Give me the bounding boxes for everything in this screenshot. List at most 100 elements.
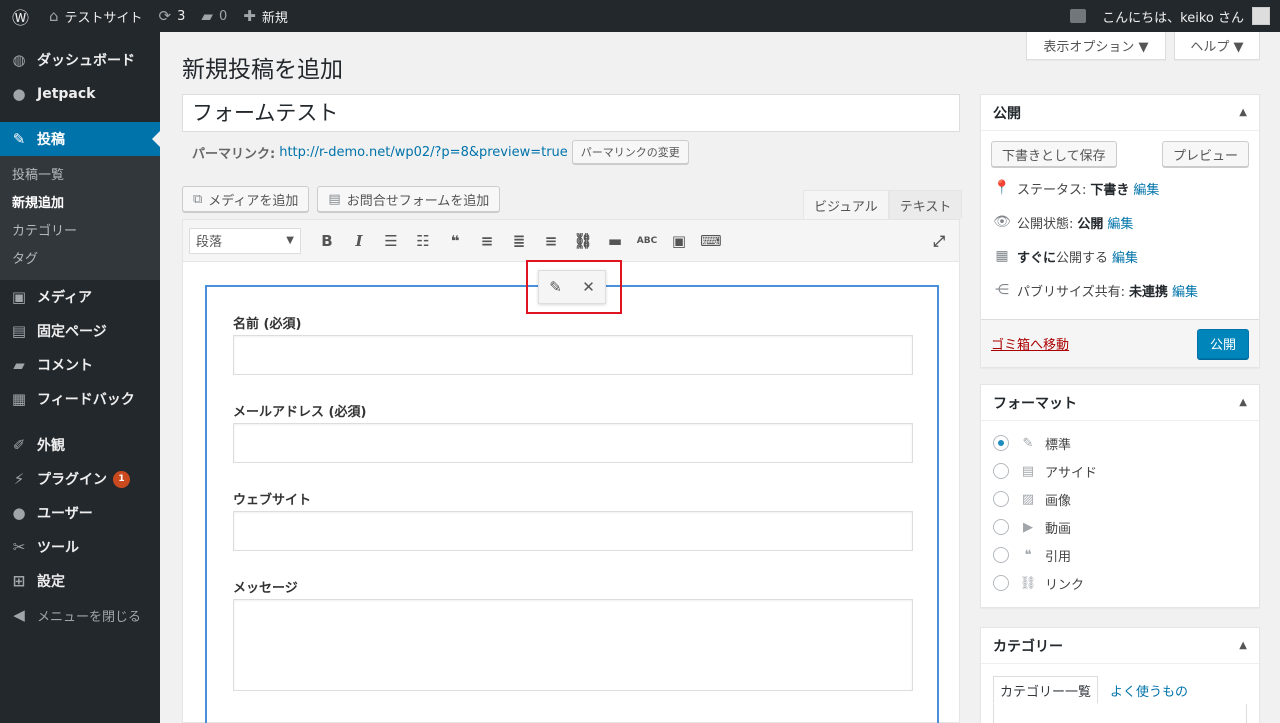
- sidebar-item-appearance[interactable]: ✐ 外観: [0, 428, 160, 462]
- category-box: カテゴリー ▲ カテゴリー一覧 よく使うもの: [980, 627, 1260, 723]
- sidebar-item-feedback[interactable]: ▦ フィードバック: [0, 382, 160, 416]
- tab-text[interactable]: テキスト: [888, 190, 963, 219]
- sidebar-item-plugins[interactable]: ⚡ プラグイン 1: [0, 462, 160, 496]
- bold-icon[interactable]: B: [311, 226, 343, 256]
- align-left-icon[interactable]: ≡: [471, 226, 503, 256]
- move-to-trash-link[interactable]: ゴミ箱へ移動: [991, 334, 1069, 353]
- align-center-icon[interactable]: ≣: [503, 226, 535, 256]
- radio-video[interactable]: [993, 519, 1009, 535]
- admin-bar: Ⓦ ⌂ テストサイト ⟳ 3 ▰ 0 ✚ 新規 こんにちは、keiko さん: [0, 0, 1280, 32]
- sidebar-item-pages[interactable]: ▤ 固定ページ: [0, 314, 160, 348]
- comments-link[interactable]: ▰ 0: [193, 0, 235, 32]
- fullscreen-icon[interactable]: ⤢: [923, 226, 955, 256]
- edit-schedule-link[interactable]: 編集: [1112, 247, 1138, 266]
- sidebar-item-users[interactable]: ● ユーザー: [0, 496, 160, 530]
- add-contact-form-button[interactable]: ▤ お問合せフォームを追加: [317, 186, 501, 212]
- radio-aside[interactable]: [993, 463, 1009, 479]
- tab-visual[interactable]: ビジュアル: [803, 190, 889, 219]
- home-icon: ⌂: [49, 7, 59, 25]
- editor-content[interactable]: 名前 (必須) メールアドレス (必須) ウェブサイト メッセージ ✎ ✕: [183, 260, 959, 723]
- comment-bubble-icon: ▰: [201, 7, 213, 25]
- publish-box: 公開 ▲ 下書きとして保存 プレビュー 📍 ステータス: 下書き 編集 👁 公開状態: 公開…: [980, 94, 1260, 368]
- read-more-icon[interactable]: ▬: [599, 226, 631, 256]
- format-option-standard[interactable]: ✎ 標準: [981, 429, 1259, 457]
- format-option-link[interactable]: ⛓ リンク: [981, 569, 1259, 597]
- sidebar-item-media[interactable]: ▣ メディア: [0, 280, 160, 314]
- format-option-image[interactable]: ▨ 画像: [981, 485, 1259, 513]
- jetpack-icon: ●: [12, 85, 26, 103]
- sidebar-item-dashboard[interactable]: ◍ ダッシュボード: [0, 43, 160, 77]
- publish-box-header[interactable]: 公開 ▲: [981, 95, 1259, 131]
- category-box-header[interactable]: カテゴリー ▲: [981, 628, 1259, 664]
- sidebar-item-settings[interactable]: ⊞ 設定: [0, 564, 160, 598]
- format-option-quote[interactable]: ❝ 引用: [981, 541, 1259, 569]
- toggle-up-icon[interactable]: ▲: [1239, 397, 1247, 408]
- name-field: [233, 335, 913, 375]
- blockquote-icon[interactable]: ❝: [439, 226, 471, 256]
- add-media-button[interactable]: ⧉ メディアを追加: [182, 186, 310, 212]
- form-embed-icon[interactable]: ▣: [663, 226, 695, 256]
- field-label-message: メッセージ: [233, 581, 298, 596]
- numbered-list-icon[interactable]: ☷: [407, 226, 439, 256]
- close-icon[interactable]: ✕: [582, 278, 595, 296]
- radio-quote[interactable]: [993, 547, 1009, 563]
- edit-visibility-link[interactable]: 編集: [1107, 213, 1133, 232]
- tab-most-used[interactable]: よく使うもの: [1104, 676, 1194, 704]
- publish-button[interactable]: 公開: [1196, 328, 1249, 359]
- tab-all-categories[interactable]: カテゴリー一覧: [993, 676, 1099, 704]
- toggle-up-icon[interactable]: ▲: [1239, 640, 1247, 651]
- edit-publicize-link[interactable]: 編集: [1172, 281, 1198, 300]
- edit-pencil-icon[interactable]: ✎: [549, 278, 562, 296]
- pin-icon: ✎: [1022, 435, 1034, 451]
- page-title: 新規投稿を追加: [182, 57, 343, 83]
- submenu-tags[interactable]: タグ: [0, 246, 160, 274]
- sidebar-item-comments[interactable]: ▰ コメント: [0, 348, 160, 382]
- comment-icon: ▰: [13, 356, 25, 374]
- publicize-row: ⋲ パブリサイズ共有: 未連携 編集: [981, 273, 1259, 307]
- format-option-video[interactable]: ▶ 動画: [981, 513, 1259, 541]
- save-draft-button[interactable]: 下書きとして保存: [991, 141, 1117, 167]
- post-title-input[interactable]: フォームテスト: [182, 94, 960, 132]
- updates-link[interactable]: ⟳ 3: [151, 0, 194, 32]
- toolbar-toggle-icon[interactable]: ⌨: [695, 226, 727, 256]
- italic-icon[interactable]: I: [343, 226, 375, 256]
- permalink-url-link[interactable]: http://r-demo.net/wp02/?p=8&preview=true: [279, 145, 568, 160]
- help-button[interactable]: ヘルプ ▼: [1174, 32, 1260, 60]
- align-right-icon[interactable]: ≡: [535, 226, 567, 256]
- preview-button[interactable]: プレビュー: [1161, 141, 1249, 167]
- notifications-icon[interactable]: [1062, 0, 1094, 32]
- radio-image[interactable]: [993, 491, 1009, 507]
- format-option-aside[interactable]: ▤ アサイド: [981, 457, 1259, 485]
- submenu-categories[interactable]: カテゴリー: [0, 218, 160, 246]
- appearance-icon: ✐: [12, 436, 26, 454]
- link-icon[interactable]: ⛓: [567, 226, 599, 256]
- wordpress-logo-icon[interactable]: Ⓦ: [0, 0, 41, 32]
- submenu-all-posts[interactable]: 投稿一覧: [0, 162, 160, 190]
- sidebar-collapse-menu[interactable]: ◀ メニューを閉じる: [0, 598, 160, 632]
- radio-standard[interactable]: [993, 435, 1009, 451]
- change-permalink-button[interactable]: パーマリンクの変更: [571, 140, 689, 164]
- toggle-up-icon[interactable]: ▲: [1239, 107, 1247, 118]
- new-content-link[interactable]: ✚ 新規: [235, 0, 296, 32]
- contact-form-block[interactable]: 名前 (必須) メールアドレス (必須) ウェブサイト メッセージ: [205, 285, 939, 723]
- bullet-list-icon[interactable]: ☰: [375, 226, 407, 256]
- aside-icon: ▤: [1021, 463, 1035, 479]
- message-field: [233, 599, 913, 691]
- category-tabs: カテゴリー一覧 よく使うもの: [981, 664, 1259, 704]
- format-select[interactable]: 段落 ▼: [189, 227, 301, 254]
- radio-link[interactable]: [993, 575, 1009, 591]
- site-name-link[interactable]: ⌂ テストサイト: [41, 0, 151, 32]
- sidebar-item-jetpack[interactable]: ● Jetpack: [0, 77, 160, 111]
- page-icon: ▤: [11, 322, 27, 340]
- format-box-header[interactable]: フォーマット ▲: [981, 385, 1259, 421]
- submenu-add-new[interactable]: 新規追加: [0, 190, 160, 218]
- my-account-link[interactable]: こんにちは、keiko さん: [1094, 0, 1280, 32]
- spellcheck-icon[interactable]: ABC: [631, 226, 663, 256]
- sidebar-item-tools[interactable]: ✂ ツール: [0, 530, 160, 564]
- plugin-update-badge: 1: [113, 470, 130, 488]
- edit-status-link[interactable]: 編集: [1133, 179, 1159, 198]
- media-icon: ▣: [11, 288, 27, 306]
- screen-options-button[interactable]: 表示オプション ▼: [1026, 32, 1166, 60]
- sidebar-item-posts[interactable]: ✎ 投稿: [0, 122, 160, 156]
- posts-submenu: 投稿一覧 新規追加 カテゴリー タグ: [0, 156, 160, 280]
